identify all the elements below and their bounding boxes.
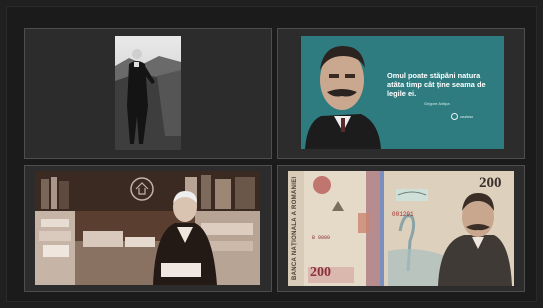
banknote-serial-left: B 0000 (312, 235, 331, 241)
gallery-tile-3[interactable] (24, 165, 272, 292)
gallery-tile-4[interactable]: BANCA NAȚIONALĂ A ROMÂNIEI 200 200 00129… (277, 165, 525, 292)
banknote-value-bottom: 200 (310, 265, 331, 280)
desk-portrait-photo (35, 171, 260, 285)
banknote-serial: 001291 (392, 211, 414, 218)
quote-card: Omul poate stăpâni natura atâta timp cât… (301, 36, 504, 149)
quote-logo: ccurioso (451, 113, 473, 120)
gallery-tile-1[interactable] (24, 28, 272, 159)
quote-author: Grigore Antipa (424, 101, 450, 106)
logo-circle-icon (451, 113, 458, 120)
logo-text: ccurioso (460, 114, 474, 119)
portrait-illustration (301, 36, 381, 149)
quote-text: Omul poate stăpâni natura atâta timp cât… (387, 71, 486, 98)
banknote-value-top: 200 (479, 175, 502, 191)
standing-portrait-photo (115, 36, 181, 150)
bank-name-vertical: BANCA NAȚIONALĂ A ROMÂNIEI (292, 176, 298, 281)
gallery-tile-2[interactable]: Omul poate stăpâni natura atâta timp cât… (277, 28, 525, 159)
banknote-image: BANCA NAȚIONALĂ A ROMÂNIEI 200 200 00129… (288, 171, 514, 286)
